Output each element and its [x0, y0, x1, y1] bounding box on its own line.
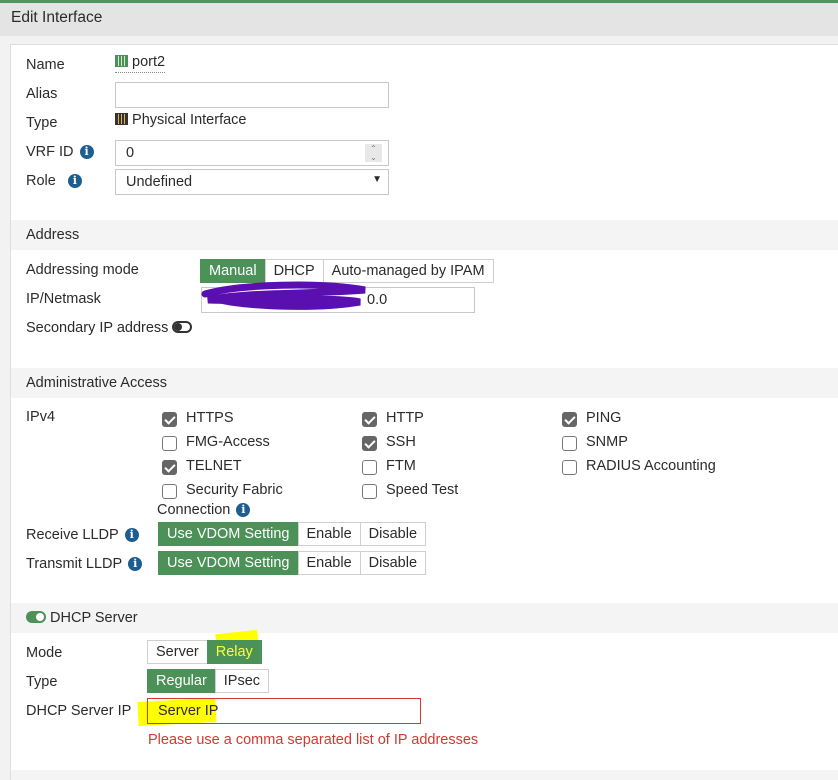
port-icon	[115, 55, 128, 67]
rx-enable[interactable]: Enable	[297, 522, 361, 546]
dhcp-mode-toggle: Server Relay	[147, 640, 262, 664]
receive-lldp-label: Receive LLDP i	[26, 527, 139, 543]
rx-disable[interactable]: Disable	[359, 522, 427, 546]
info-icon[interactable]: i	[128, 557, 143, 571]
addressing-mode-label: Addressing mode	[26, 262, 139, 278]
redaction-scribble	[201, 281, 366, 310]
checkbox-label[interactable]: SSH	[386, 434, 416, 450]
dhcp-server-ip-input[interactable]: Server IP	[147, 698, 421, 724]
chevron-down-icon: ▼	[372, 174, 382, 185]
info-icon[interactable]: i	[124, 528, 139, 542]
type-value: Physical Interface	[115, 112, 246, 128]
checkbox-label[interactable]: FMG-Access	[186, 434, 270, 450]
dhcp-server-ip-value: Server IP	[158, 703, 219, 719]
vrf-value: 0	[126, 145, 135, 161]
checkbox-ftm[interactable]	[362, 460, 377, 475]
dhcp-server-ip-label: DHCP Server IP	[26, 703, 132, 719]
type-ipsec[interactable]: IPsec	[214, 669, 270, 693]
checkbox-label[interactable]: HTTP	[386, 410, 424, 426]
role-label-text: Role	[26, 173, 56, 189]
footer-strip	[11, 770, 838, 780]
rx-use-vdom[interactable]: Use VDOM Setting	[158, 522, 299, 546]
checkbox-label[interactable]: PING	[586, 410, 621, 426]
info-icon[interactable]: i	[79, 145, 94, 159]
checkbox-radius-accounting[interactable]	[562, 460, 577, 475]
dhcp-server-title: DHCP Server	[50, 610, 138, 626]
mode-relay[interactable]: Relay	[206, 640, 262, 664]
dhcp-server-toggle[interactable]	[26, 611, 46, 623]
receive-lldp-toggle: Use VDOM Setting Enable Disable	[158, 522, 427, 546]
dhcp-mode-label: Mode	[26, 645, 63, 661]
checkbox-label[interactable]: RADIUS Accounting	[586, 458, 716, 474]
transmit-lldp-text: Transmit LLDP	[26, 556, 123, 572]
vrf-label: VRF ID i	[26, 144, 94, 160]
role-select[interactable]: Undefined ▼	[115, 169, 389, 195]
info-icon[interactable]: i	[236, 503, 251, 517]
section-administrative-access: Administrative Access	[11, 368, 838, 398]
security-fabric-connection-cont: Connection i	[157, 502, 251, 518]
tx-use-vdom[interactable]: Use VDOM Setting	[158, 551, 299, 575]
checkbox-http[interactable]	[362, 412, 377, 427]
name-label: Name	[26, 57, 65, 73]
info-icon[interactable]: i	[67, 174, 82, 188]
dhcp-type-toggle: Regular IPsec	[147, 669, 270, 693]
checkbox-label[interactable]: SNMP	[586, 434, 628, 450]
ip-netmask-label: IP/Netmask	[26, 291, 101, 307]
checkbox-label[interactable]: Speed Test	[386, 482, 458, 498]
checkbox-https[interactable]	[162, 412, 177, 427]
vrf-id-stepper[interactable]: 0 ⌃ ⌄	[115, 140, 389, 166]
tx-disable[interactable]: Disable	[359, 551, 427, 575]
dhcp-type-label: Type	[26, 674, 58, 690]
transmit-lldp-label: Transmit LLDP i	[26, 556, 143, 572]
section-dhcp-server: DHCP Server	[11, 603, 838, 633]
role-label: Role i	[26, 173, 82, 189]
role-value: Undefined	[126, 174, 193, 190]
type-text: Physical Interface	[132, 112, 247, 128]
secondary-ip-toggle[interactable]	[172, 321, 193, 333]
checkbox-snmp[interactable]	[562, 436, 577, 451]
physical-port-icon	[115, 113, 128, 125]
secondary-ip-text: Secondary IP address	[26, 320, 169, 336]
port-name: port2	[132, 54, 166, 70]
checkbox-fmg-access[interactable]	[162, 436, 177, 451]
checkbox-ssh[interactable]	[362, 436, 377, 451]
spinner-icon[interactable]: ⌃ ⌄	[365, 144, 382, 162]
checkbox-security-fabric[interactable]	[162, 484, 177, 499]
checkbox-telnet[interactable]	[162, 460, 177, 475]
dialog-title: Edit Interface	[0, 3, 838, 36]
transmit-lldp-toggle: Use VDOM Setting Enable Disable	[158, 551, 427, 575]
checkbox-label[interactable]: HTTPS	[186, 410, 234, 426]
mode-server[interactable]: Server	[147, 640, 208, 664]
checkbox-label[interactable]: FTM	[386, 458, 416, 474]
secondary-ip-label: Secondary IP address	[26, 320, 193, 336]
validation-error: Please use a comma separated list of IP …	[148, 732, 479, 748]
type-regular[interactable]: Regular	[147, 669, 216, 693]
alias-input[interactable]	[115, 82, 389, 108]
alias-label: Alias	[26, 86, 58, 102]
name-value: port2	[115, 54, 166, 73]
checkbox-label[interactable]: Security Fabric	[186, 482, 283, 498]
checkbox-label[interactable]: TELNET	[186, 458, 242, 474]
type-label: Type	[26, 115, 58, 131]
checkbox-ping[interactable]	[562, 412, 577, 427]
connection-text: Connection	[157, 502, 231, 518]
tx-enable[interactable]: Enable	[297, 551, 361, 575]
checkbox-speed-test[interactable]	[362, 484, 377, 499]
section-address: Address	[11, 220, 838, 250]
receive-lldp-text: Receive LLDP	[26, 527, 119, 543]
vrf-label-text: VRF ID	[26, 144, 74, 160]
ipv4-label: IPv4	[26, 409, 56, 425]
